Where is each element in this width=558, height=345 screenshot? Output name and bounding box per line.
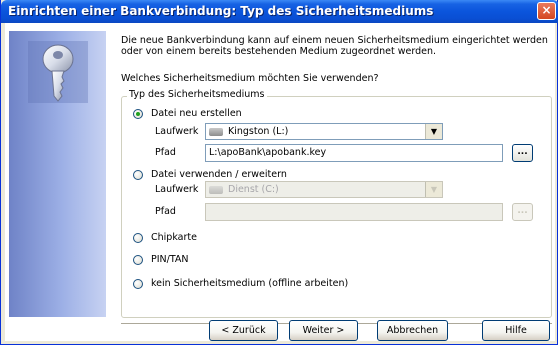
pfad-label-2: Pfad <box>155 206 176 217</box>
radio-offline-label: kein Sicherheitsmedium (offline arbeiten… <box>151 278 349 289</box>
radio-datei-verwenden[interactable]: Datei verwenden / erweitern <box>133 169 287 180</box>
side-panel <box>9 31 106 317</box>
pfad-input-disabled <box>205 203 503 221</box>
radio-chipkarte[interactable]: Chipkarte <box>133 232 197 243</box>
help-button[interactable]: Hilfe <box>482 320 550 341</box>
back-button[interactable]: < Zurück <box>209 320 278 341</box>
intro-text: Die neue Bankverbindung kann auf einem n… <box>121 35 548 57</box>
drive-icon <box>209 185 223 194</box>
dialog-window: Einrichten einer Bankverbindung: Typ des… <box>0 0 558 345</box>
question-text: Welches Sicherheitsmedium möchten Sie ve… <box>121 73 379 84</box>
radio-unchecked-icon[interactable] <box>133 278 143 289</box>
title-bar[interactable]: Einrichten einer Bankverbindung: Typ des… <box>1 0 558 23</box>
laufwerk-value-2: Dienst (C:) <box>228 184 279 195</box>
chevron-down-icon[interactable]: ▼ <box>425 124 442 139</box>
drive-icon <box>209 127 223 136</box>
radio-unchecked-icon[interactable] <box>133 169 143 180</box>
radio-unchecked-icon[interactable] <box>133 254 143 265</box>
laufwerk-value: Kingston (L:) <box>228 126 289 137</box>
radio-datei-neu[interactable]: Datei neu erstellen <box>133 108 242 119</box>
dialog-content: Die neue Bankverbindung kann auf einem n… <box>5 23 555 341</box>
laufwerk-select-disabled: Dienst (C:) ▼ <box>205 181 443 198</box>
close-button[interactable]: × <box>537 2 556 20</box>
radio-checked-icon[interactable] <box>133 108 143 119</box>
radio-chipkarte-label: Chipkarte <box>151 232 197 243</box>
radio-offline[interactable]: kein Sicherheitsmedium (offline arbeiten… <box>133 278 348 289</box>
next-button[interactable]: Weiter > <box>289 320 358 341</box>
key-icon <box>28 41 88 103</box>
radio-pin-tan-label: PIN/TAN <box>151 254 189 265</box>
group-legend: Typ des Sicherheitsmediums <box>127 89 267 100</box>
laufwerk-select[interactable]: Kingston (L:) ▼ <box>205 123 443 140</box>
browse-button[interactable]: ... <box>512 144 533 162</box>
radio-datei-neu-label: Datei neu erstellen <box>151 108 242 119</box>
chevron-down-icon: ▼ <box>425 182 442 197</box>
radio-datei-verwenden-label: Datei verwenden / erweitern <box>151 169 287 180</box>
laufwerk-label: Laufwerk <box>155 126 199 137</box>
cancel-button[interactable]: Abbrechen <box>377 320 448 341</box>
browse-button-disabled: ... <box>512 203 533 221</box>
laufwerk-label-2: Laufwerk <box>155 184 199 195</box>
radio-pin-tan[interactable]: PIN/TAN <box>133 254 189 265</box>
radio-unchecked-icon[interactable] <box>133 232 143 243</box>
window-title: Einrichten einer Bankverbindung: Typ des… <box>8 4 434 18</box>
pfad-input[interactable]: L:\apoBank\apobank.key <box>205 144 503 162</box>
pfad-label: Pfad <box>155 147 176 158</box>
